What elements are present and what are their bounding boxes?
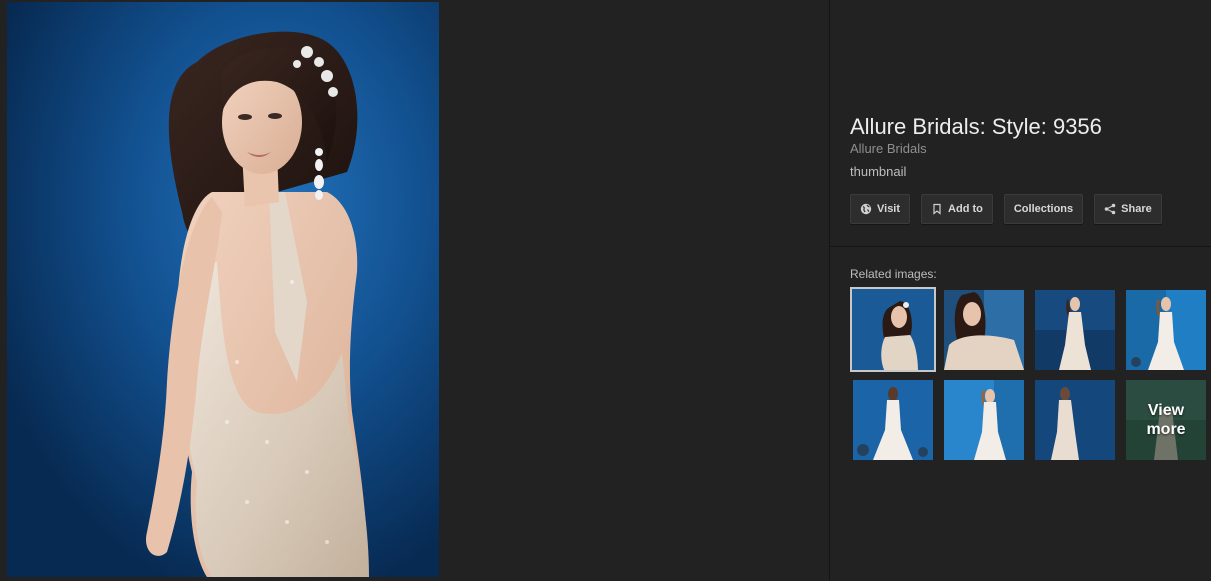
related-image-thumbnail[interactable] [853,380,933,460]
visit-button[interactable]: Visit [850,194,911,224]
related-image-thumbnail[interactable] [850,287,936,372]
action-buttons: Visit Add to Collections Share [850,194,1173,224]
related-image-thumbnail[interactable] [944,380,1024,460]
globe-icon [860,203,872,215]
share-button[interactable]: Share [1094,194,1162,224]
image-viewer: Allure Bridals: Style: 9356 Allure Brida… [0,0,1211,581]
section-divider [830,246,1211,247]
add-to-button[interactable]: Add to [921,194,993,224]
view-more-label: View more [1146,402,1186,438]
collections-button[interactable]: Collections [1003,194,1084,224]
visit-label: Visit [877,203,901,215]
share-icon [1104,203,1116,215]
related-image-thumbnail[interactable] [1035,290,1115,370]
bookmark-icon [931,203,943,215]
view-more-tile[interactable]: View more [1126,380,1206,460]
image-caption: thumbnail [850,164,907,179]
related-image-thumbnail[interactable] [944,290,1024,370]
share-label: Share [1121,203,1152,215]
image-title[interactable]: Allure Bridals: Style: 9356 [850,114,1200,140]
image-source[interactable]: Allure Bridals [850,141,1200,157]
panel-divider [829,0,830,581]
collections-label: Collections [1013,203,1074,215]
related-image-thumbnail[interactable] [1126,290,1206,370]
main-image[interactable] [7,2,439,577]
add-to-label: Add to [948,203,983,215]
image-details: Allure Bridals: Style: 9356 Allure Brida… [850,114,1200,180]
related-image-thumbnail[interactable] [1035,380,1115,460]
related-images-label: Related images: [850,267,937,281]
